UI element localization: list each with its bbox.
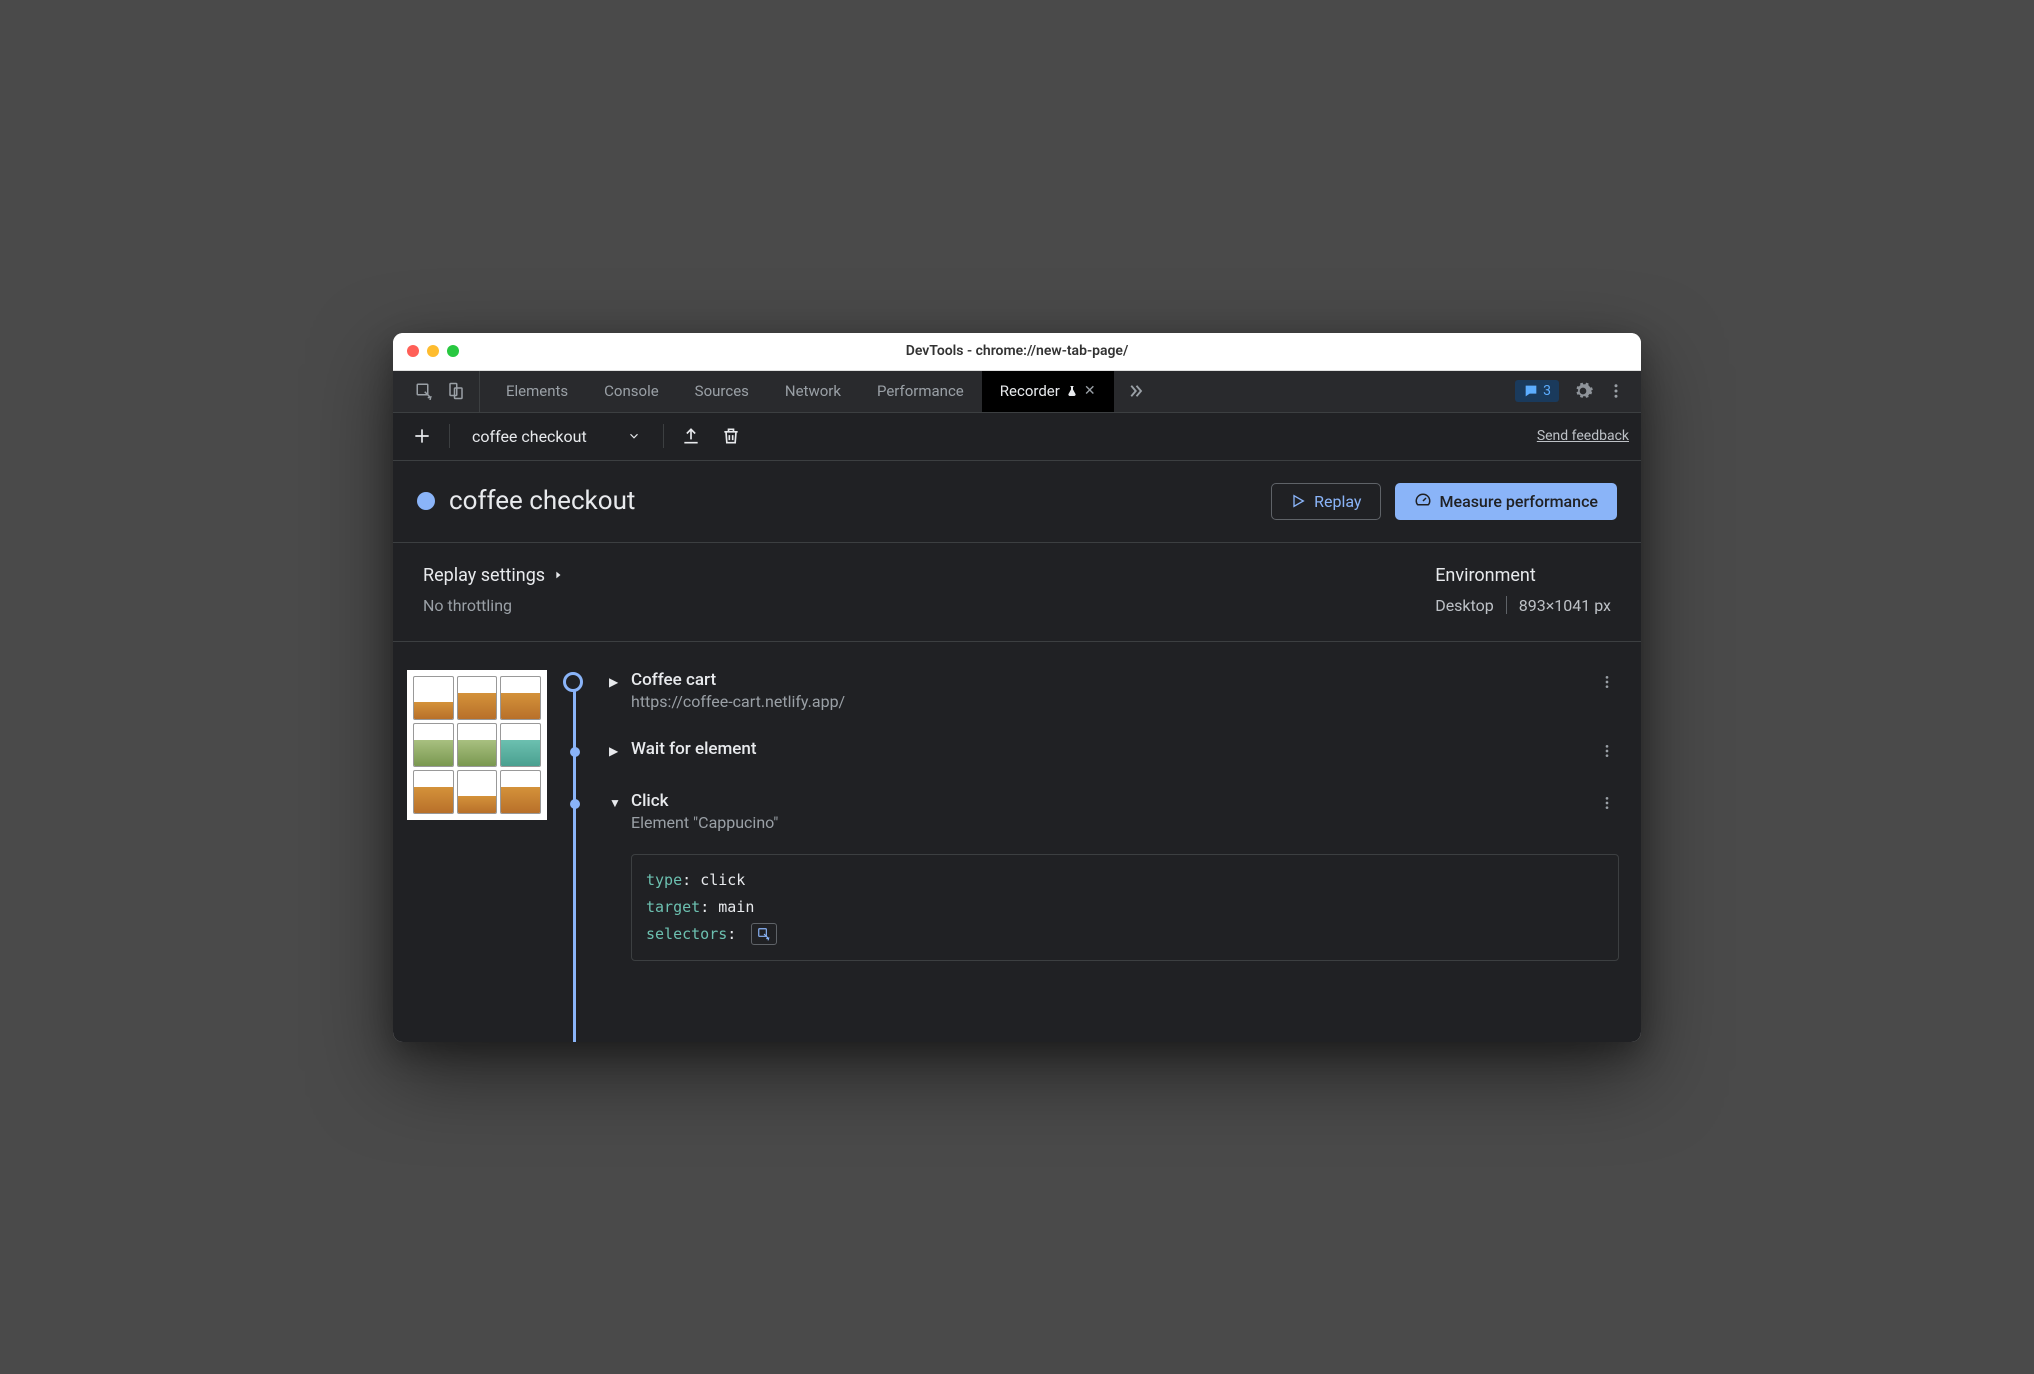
step-url: https://coffee-cart.netlify.app/ bbox=[631, 692, 845, 711]
issues-count: 3 bbox=[1543, 383, 1551, 399]
recording-title[interactable]: coffee checkout bbox=[449, 486, 635, 516]
recording-select-label: coffee checkout bbox=[472, 427, 587, 446]
environment-device: Desktop bbox=[1435, 596, 1494, 615]
recording-select[interactable]: coffee checkout bbox=[460, 427, 653, 446]
code-key-selectors: selectors bbox=[646, 925, 727, 943]
timeline: ▶ Coffee cart https://coffee-cart.netlif… bbox=[565, 670, 1619, 1042]
collapse-step-icon[interactable]: ▼ bbox=[609, 796, 621, 832]
step-click: ▼ Click Element "Cappucino" type: click bbox=[585, 791, 1619, 961]
delete-button[interactable] bbox=[714, 419, 748, 453]
step-title: Coffee cart bbox=[631, 670, 845, 690]
close-tab-icon[interactable]: ✕ bbox=[1084, 383, 1096, 399]
more-tabs-button[interactable] bbox=[1114, 382, 1156, 400]
code-val-target[interactable]: main bbox=[718, 898, 754, 916]
tab-performance[interactable]: Performance bbox=[859, 371, 982, 412]
expand-step-icon[interactable]: ▶ bbox=[609, 744, 621, 758]
screenshot-thumbnail[interactable] bbox=[407, 670, 547, 820]
step-wait-for-element: ▶ Wait for element bbox=[585, 739, 1619, 763]
play-icon bbox=[1290, 493, 1306, 509]
tab-sources[interactable]: Sources bbox=[677, 371, 767, 412]
inspect-element-icon[interactable] bbox=[415, 382, 433, 400]
recorder-toolbar: coffee checkout Send feedback bbox=[393, 413, 1641, 461]
code-val-type[interactable]: click bbox=[700, 871, 745, 889]
gauge-icon bbox=[1414, 492, 1432, 510]
step-menu-button[interactable] bbox=[1595, 739, 1619, 763]
environment-values: Desktop 893×1041 px bbox=[1435, 596, 1611, 615]
tabbar: Elements Console Sources Network Perform… bbox=[393, 371, 1641, 413]
more-options-icon[interactable] bbox=[1607, 382, 1625, 400]
replay-button[interactable]: Replay bbox=[1271, 483, 1380, 520]
environment-label: Environment bbox=[1435, 565, 1536, 586]
titlebar: DevTools - chrome://new-tab-page/ bbox=[393, 333, 1641, 371]
step-element: Element "Cappucino" bbox=[631, 813, 778, 832]
device-toolbar-icon[interactable] bbox=[447, 382, 465, 400]
step-menu-button[interactable] bbox=[1595, 670, 1619, 694]
steps-area: ▶ Coffee cart https://coffee-cart.netlif… bbox=[393, 642, 1641, 1042]
window-title: DevTools - chrome://new-tab-page/ bbox=[393, 343, 1641, 359]
step-marker-icon bbox=[570, 799, 580, 809]
settings-row: Replay settings No throttling Environmen… bbox=[393, 543, 1641, 642]
experiment-icon bbox=[1066, 385, 1078, 397]
minimize-window-button[interactable] bbox=[427, 345, 439, 357]
selector-picker-button[interactable] bbox=[751, 923, 777, 945]
expand-step-icon[interactable]: ▶ bbox=[609, 675, 621, 689]
tab-recorder[interactable]: Recorder ✕ bbox=[982, 371, 1114, 412]
environment-dimensions: 893×1041 px bbox=[1519, 596, 1611, 615]
export-button[interactable] bbox=[674, 419, 708, 453]
throttling-value: No throttling bbox=[423, 596, 563, 615]
send-feedback-link[interactable]: Send feedback bbox=[1537, 428, 1629, 444]
chevron-down-icon bbox=[627, 429, 641, 443]
maximize-window-button[interactable] bbox=[447, 345, 459, 357]
step-marker-icon bbox=[563, 672, 583, 692]
code-key-type: type bbox=[646, 871, 682, 889]
close-window-button[interactable] bbox=[407, 345, 419, 357]
replay-settings-toggle[interactable]: Replay settings bbox=[423, 565, 563, 586]
step-marker-icon bbox=[570, 747, 580, 757]
tab-elements[interactable]: Elements bbox=[488, 371, 586, 412]
message-icon bbox=[1523, 383, 1539, 399]
traffic-lights bbox=[393, 345, 459, 357]
panel-tabs: Elements Console Sources Network Perform… bbox=[488, 371, 1114, 412]
new-recording-button[interactable] bbox=[405, 419, 439, 453]
step-title: Wait for element bbox=[631, 739, 757, 759]
chevron-right-icon bbox=[553, 570, 563, 580]
issues-badge[interactable]: 3 bbox=[1515, 380, 1559, 402]
tab-console[interactable]: Console bbox=[586, 371, 677, 412]
code-key-target: target bbox=[646, 898, 700, 916]
step-menu-button[interactable] bbox=[1595, 791, 1619, 832]
devtools-window: DevTools - chrome://new-tab-page/ Elemen… bbox=[393, 333, 1641, 1042]
settings-icon[interactable] bbox=[1573, 381, 1593, 401]
tab-network[interactable]: Network bbox=[767, 371, 859, 412]
step-details: type: click target: main selectors: bbox=[631, 854, 1619, 961]
step-title: Click bbox=[631, 791, 778, 811]
recording-header: coffee checkout Replay Measure performan… bbox=[393, 461, 1641, 543]
recording-status-dot bbox=[417, 492, 435, 510]
step-navigate: ▶ Coffee cart https://coffee-cart.netlif… bbox=[585, 670, 1619, 711]
measure-performance-button[interactable]: Measure performance bbox=[1395, 483, 1618, 520]
